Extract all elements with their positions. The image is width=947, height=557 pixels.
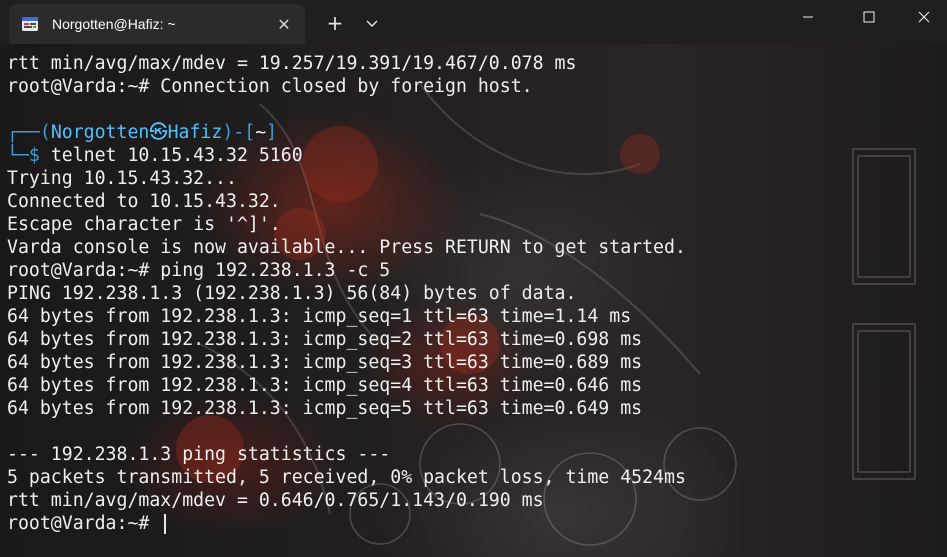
text-cursor <box>164 514 167 534</box>
terminal-line: rtt min/avg/max/mdev = 19.257/19.391/19.… <box>7 53 577 74</box>
terminal-line: --- 192.238.1.3 ping statistics --- <box>7 444 391 465</box>
tab-title: Norgotten@Hafiz: ~ <box>52 16 176 32</box>
prompt-frame: ┌──( <box>7 122 51 143</box>
prompt-frame: ] <box>266 122 278 143</box>
prompt-directory: ~ <box>255 122 267 143</box>
chevron-down-icon[interactable] <box>360 12 384 34</box>
terminal-line: Escape character is '^]'. <box>7 214 281 235</box>
maximize-icon[interactable] <box>846 0 892 34</box>
prompt-host: Hafiz <box>167 122 223 143</box>
terminal-line: Varda console is now available... Press … <box>7 237 686 258</box>
terminal-line: root@Varda:~# ping 192.238.1.3 -c 5 <box>7 260 391 281</box>
active-prompt-line[interactable]: root@Varda:~# <box>7 512 686 535</box>
terminal-output: rtt min/avg/max/mdev = 19.257/19.391/19.… <box>7 52 686 535</box>
close-icon[interactable] <box>901 0 947 34</box>
terminal-line: root@Varda:~# Connection closed by forei… <box>7 76 533 97</box>
prompt-user: Norgotten <box>50 122 150 143</box>
tab-close-icon[interactable]: ✕ <box>273 15 295 34</box>
prompt-frame: )-[ <box>222 122 256 143</box>
prompt-dollar: └─$ <box>7 145 51 166</box>
active-prompt: root@Varda:~# <box>7 513 161 534</box>
kali-terminal-icon <box>21 15 39 33</box>
terminal-line: Trying 10.15.43.32... <box>7 168 237 189</box>
terminal-line: rtt min/avg/max/mdev = 0.646/0.765/1.143… <box>7 490 544 511</box>
terminal-line: 64 bytes from 192.238.1.3: icmp_seq=2 tt… <box>7 329 643 350</box>
command-text: telnet 10.15.43.32 5160 <box>50 145 303 166</box>
shell-prompt-line: ┌──(Norgotten㉿Hafiz)-[~] <box>7 121 686 144</box>
prompt-separator: ㉿ <box>149 122 168 143</box>
terminal-line: 64 bytes from 192.238.1.3: icmp_seq=3 tt… <box>7 352 643 373</box>
terminal-tab[interactable]: Norgotten@Hafiz: ~ ✕ <box>9 4 305 44</box>
terminal-line: 5 packets transmitted, 5 received, 0% pa… <box>7 467 686 488</box>
title-bar: Norgotten@Hafiz: ~ ✕ + <box>0 0 947 44</box>
terminal-line: Connected to 10.15.43.32. <box>7 191 281 212</box>
terminal-line: 64 bytes from 192.238.1.3: icmp_seq=4 tt… <box>7 375 643 396</box>
terminal-line: 64 bytes from 192.238.1.3: icmp_seq=1 tt… <box>7 306 632 327</box>
shell-command-line: └─$ telnet 10.15.43.32 5160 <box>7 144 686 167</box>
terminal-pane[interactable]: rtt min/avg/max/mdev = 19.257/19.391/19.… <box>0 44 947 557</box>
minimize-icon[interactable] <box>785 0 831 34</box>
terminal-line: PING 192.238.1.3 (192.238.1.3) 56(84) by… <box>7 283 577 304</box>
terminal-line: 64 bytes from 192.238.1.3: icmp_seq=5 tt… <box>7 398 643 419</box>
new-tab-button[interactable]: + <box>322 12 348 34</box>
